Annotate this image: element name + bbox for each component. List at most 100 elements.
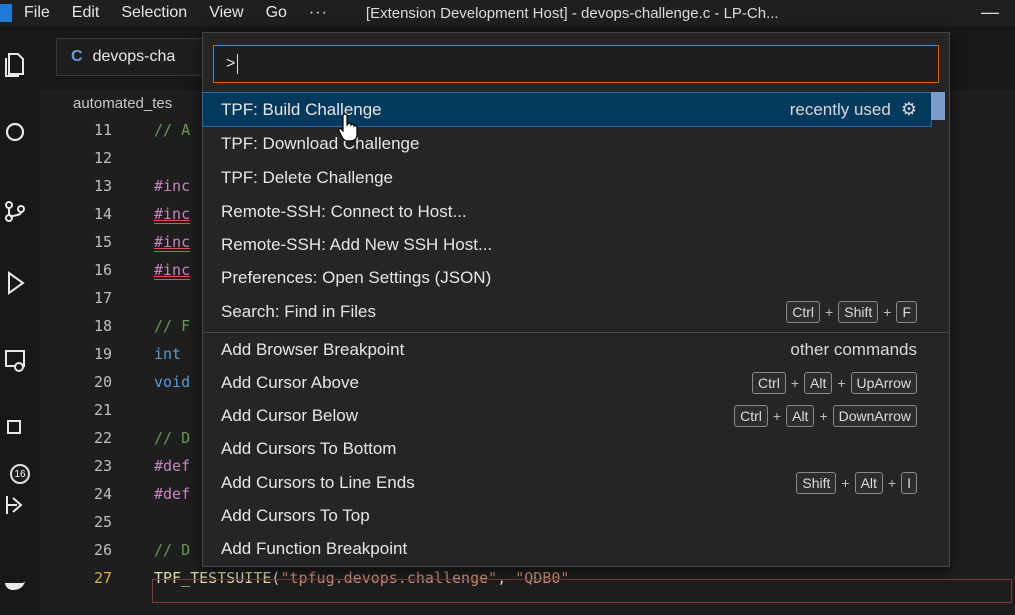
command-item[interactable]: Remote-SSH: Connect to Host... bbox=[203, 195, 931, 228]
line-number: 22 bbox=[93, 429, 112, 447]
explorer-icon[interactable] bbox=[0, 48, 30, 82]
command-label: Add Cursor Below bbox=[221, 405, 359, 425]
code-text: #def bbox=[154, 485, 191, 503]
command-right: Shift + Alt + I bbox=[796, 471, 917, 494]
text-caret bbox=[237, 54, 239, 74]
command-right: Ctrl + Shift + F bbox=[786, 300, 917, 323]
line-number: 20 bbox=[93, 373, 112, 391]
line-number: 16 bbox=[93, 261, 112, 279]
run-debug-icon[interactable] bbox=[0, 266, 30, 300]
line-number: 17 bbox=[93, 289, 112, 307]
line-number: 25 bbox=[93, 513, 112, 531]
code-line: 24 #def bbox=[40, 479, 190, 509]
search-icon[interactable] bbox=[0, 116, 30, 150]
c-file-icon: C bbox=[71, 48, 83, 65]
code-line: 12 bbox=[40, 143, 112, 173]
window-title: [Extension Development Host] - devops-ch… bbox=[365, 4, 779, 22]
command-item[interactable]: TPF: Build Challenge recently used ⚙ bbox=[202, 92, 932, 127]
line-number: 15 bbox=[93, 233, 112, 251]
code-text: void bbox=[154, 373, 191, 391]
command-item[interactable]: Add Browser Breakpoint other commands bbox=[203, 333, 931, 366]
command-item[interactable]: Add Cursor Below Ctrl + Alt + DownArrow bbox=[203, 399, 931, 432]
code-text: // D bbox=[154, 541, 191, 559]
line-number: 18 bbox=[93, 317, 112, 335]
keybinding-key: Ctrl bbox=[734, 404, 768, 427]
command-label: Search: Find in Files bbox=[221, 301, 376, 321]
notification-badge: 16 bbox=[10, 464, 30, 484]
vscode-logo-icon bbox=[0, 4, 12, 22]
code-text: #inc bbox=[154, 205, 191, 223]
code-line: 16 #inc bbox=[40, 255, 190, 285]
command-label: TPF: Delete Challenge bbox=[221, 167, 393, 187]
command-item[interactable]: Preferences: Open Settings (JSON) bbox=[203, 261, 931, 294]
command-right: Ctrl + Alt + DownArrow bbox=[734, 404, 917, 427]
keybinding-key: DownArrow bbox=[832, 404, 917, 427]
menu-more[interactable]: ··· bbox=[309, 4, 328, 22]
line-number: 19 bbox=[93, 345, 112, 363]
line-number: 21 bbox=[93, 401, 112, 419]
code-text: // D bbox=[154, 429, 191, 447]
current-line-highlight bbox=[152, 579, 1012, 603]
code-line: 17 bbox=[40, 283, 112, 313]
command-item[interactable]: Add Cursors to Line Ends Shift + Alt + I bbox=[203, 466, 931, 499]
code-line: 18 // F bbox=[40, 311, 190, 341]
code-line: 11 // A bbox=[40, 115, 190, 145]
menu-go[interactable]: Go bbox=[266, 4, 287, 22]
keybinding-key: I bbox=[901, 471, 917, 494]
input-value: > bbox=[226, 55, 236, 72]
remote-explorer-icon[interactable] bbox=[0, 344, 30, 378]
code-line: 23 #def bbox=[40, 451, 190, 481]
minimize-button[interactable]: — bbox=[981, 2, 999, 23]
command-palette: > TPF: Build Challenge recently used ⚙ TPF:… bbox=[202, 32, 950, 567]
menu-edit[interactable]: Edit bbox=[72, 4, 100, 22]
line-number: 24 bbox=[93, 485, 112, 503]
activity-bar: 16 bbox=[0, 26, 40, 615]
command-label: Add Browser Breakpoint bbox=[221, 339, 405, 359]
line-number: 11 bbox=[93, 121, 112, 139]
code-text: #def bbox=[154, 457, 191, 475]
key-plus: + bbox=[841, 474, 850, 491]
menu-file[interactable]: File bbox=[24, 4, 50, 22]
gear-icon[interactable]: ⚙ bbox=[901, 99, 917, 120]
key-plus: + bbox=[825, 303, 834, 320]
command-item[interactable]: Remote-SSH: Add New SSH Host... bbox=[203, 228, 931, 261]
code-line: 15 #inc bbox=[40, 227, 190, 257]
command-item[interactable]: TPF: Download Challenge bbox=[203, 127, 931, 160]
command-label: Add Function Breakpoint bbox=[221, 538, 408, 558]
command-item[interactable]: Add Cursors To Top bbox=[203, 499, 931, 532]
menu-selection[interactable]: Selection bbox=[121, 4, 187, 22]
line-number: 23 bbox=[93, 457, 112, 475]
key-plus: + bbox=[837, 374, 846, 391]
hand-pointer-icon bbox=[338, 112, 360, 149]
tab-label: devops-cha bbox=[92, 48, 176, 65]
source-control-icon[interactable] bbox=[0, 194, 30, 228]
line-number: 13 bbox=[93, 177, 112, 195]
breadcrumb[interactable]: automated_tes bbox=[73, 95, 172, 112]
line-number: 27 bbox=[93, 569, 112, 587]
key-plus: + bbox=[819, 407, 828, 424]
docker-icon[interactable] bbox=[0, 566, 30, 600]
command-item[interactable]: Search: Find in Files Ctrl + Shift + F bbox=[203, 295, 931, 328]
extensions-icon[interactable] bbox=[0, 412, 30, 446]
key-plus: + bbox=[772, 407, 782, 424]
keybinding-key: Alt bbox=[804, 371, 833, 394]
command-item[interactable]: Add Cursor Above Ctrl + Alt + UpArrow bbox=[203, 366, 931, 399]
share-icon[interactable] bbox=[0, 488, 30, 522]
code-text: #inc bbox=[154, 177, 191, 195]
command-right: other commands bbox=[790, 340, 917, 360]
command-right: Ctrl + Alt + UpArrow bbox=[752, 371, 917, 394]
line-number: 26 bbox=[93, 541, 112, 559]
command-label: Add Cursor Above bbox=[221, 372, 359, 392]
command-palette-input[interactable]: > bbox=[213, 45, 939, 83]
key-plus: + bbox=[887, 474, 897, 491]
palette-scrollbar[interactable] bbox=[931, 92, 945, 120]
code-line: 19 int bbox=[40, 339, 181, 369]
command-item[interactable]: TPF: Delete Challenge bbox=[203, 161, 931, 194]
palette-separator bbox=[203, 332, 949, 333]
command-item[interactable]: Add Cursors To Bottom bbox=[203, 432, 931, 465]
menu-view[interactable]: View bbox=[209, 4, 243, 22]
code-line: 21 bbox=[40, 395, 112, 425]
code-line: 13 #inc bbox=[40, 171, 190, 201]
keybinding-key: Shift bbox=[838, 300, 879, 323]
command-item[interactable]: Add Function Breakpoint bbox=[203, 532, 931, 565]
